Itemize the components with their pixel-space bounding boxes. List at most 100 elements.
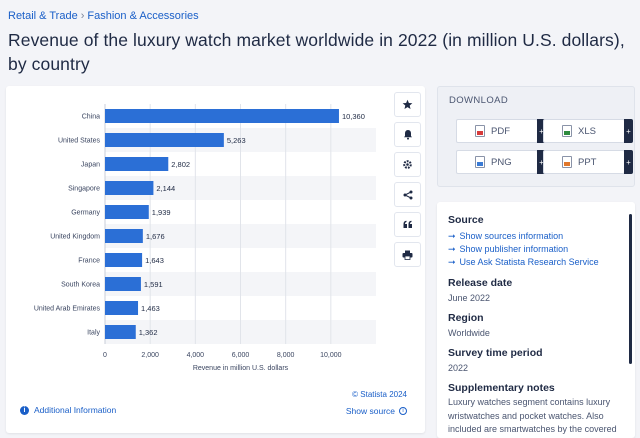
pdf-icon	[475, 125, 485, 137]
category-label: Japan	[81, 162, 100, 169]
arrow-right-icon: ➞	[448, 231, 456, 241]
source-title: Source	[448, 214, 484, 226]
x-tick-label: 8,000	[277, 352, 295, 359]
supplementary-notes-title: Supplementary notes	[448, 382, 555, 394]
release-date-value: June 2022	[448, 293, 491, 303]
value-label: 1,643	[145, 256, 164, 265]
xls-plus-button[interactable]: +	[624, 119, 633, 143]
ppt-plus-button[interactable]: +	[624, 150, 633, 174]
x-tick-label: 6,000	[232, 352, 250, 359]
download-title: DOWNLOAD	[449, 95, 509, 106]
download-ppt-button[interactable]: PPT +	[543, 150, 633, 174]
region-value: Worldwide	[448, 328, 490, 338]
x-tick-label: 10,000	[320, 352, 342, 359]
category-label: United Arab Emirates	[34, 306, 101, 313]
breadcrumb-link-fashion[interactable]: Fashion & Accessories	[87, 10, 198, 22]
download-pdf-label: PDF	[491, 125, 510, 137]
settings-button[interactable]	[394, 152, 421, 177]
bar	[105, 229, 143, 243]
additional-information-link[interactable]: i Additional Information	[20, 405, 116, 415]
breadcrumb-separator: ›	[80, 10, 85, 22]
show-source-link[interactable]: Show source i	[346, 406, 407, 416]
bar	[105, 277, 141, 291]
bell-icon	[403, 130, 412, 140]
download-xls-button[interactable]: XLS +	[543, 119, 633, 143]
bar	[105, 301, 139, 315]
bar	[105, 325, 136, 339]
x-tick-label: 4,000	[187, 352, 205, 359]
category-label: United Kingdom	[50, 234, 100, 241]
show-source-label: Show source	[345, 406, 395, 416]
show-publisher-label: Show publisher information	[459, 244, 569, 254]
xls-icon	[562, 125, 572, 137]
bar	[105, 133, 224, 147]
bar-chart: China 10,360 United States 5,263 Japan 2,802 S…	[34, 104, 376, 372]
star-icon	[402, 99, 413, 109]
survey-period-value: 2022	[448, 363, 469, 373]
bar	[105, 181, 154, 195]
png-icon	[475, 156, 485, 168]
bar	[105, 157, 169, 171]
category-label: Singapore	[68, 186, 100, 193]
region-title: Region	[448, 312, 484, 324]
ppt-icon	[562, 156, 572, 168]
arrow-right-icon: ➞	[448, 244, 456, 254]
source-info-icon: i	[399, 407, 407, 415]
show-publisher-link[interactable]: ➞ Show publisher information	[448, 244, 568, 255]
category-label: France	[78, 258, 100, 265]
statista-credit[interactable]: © Statista 2024	[352, 390, 407, 399]
share-icon	[403, 190, 412, 199]
value-label: 2,802	[171, 160, 190, 169]
additional-information-label: Additional Information	[34, 405, 117, 415]
page-title: Revenue of the luxury watch market world…	[8, 30, 625, 74]
value-label: 2,144	[156, 184, 175, 193]
category-label: Germany	[71, 210, 100, 217]
chart-card: China 10,360 United States 5,263 Japan 2,802 S…	[6, 86, 425, 433]
show-sources-label: Show sources information	[459, 231, 564, 241]
source-panel-scrollbar[interactable]	[629, 214, 632, 364]
value-label: 1,939	[152, 208, 171, 217]
bar	[105, 253, 143, 267]
x-tick-label: 0	[103, 352, 107, 359]
value-label: 1,463	[141, 304, 160, 313]
notification-button[interactable]	[394, 122, 421, 147]
print-button[interactable]	[394, 242, 421, 267]
chart-toolbar	[394, 92, 422, 267]
download-png-label: PNG	[491, 156, 512, 168]
ask-statista-label: Use Ask Statista Research Service	[459, 257, 599, 267]
bar	[105, 205, 149, 219]
download-xls-label: XLS	[578, 125, 596, 137]
quote-icon	[403, 220, 412, 228]
supplementary-notes-text: Luxury watches segment contains luxury w…	[448, 397, 617, 434]
favorite-button[interactable]	[394, 92, 421, 117]
cite-button[interactable]	[394, 212, 421, 237]
print-icon	[402, 250, 413, 260]
value-label: 5,263	[227, 136, 246, 145]
value-label: 1,362	[139, 328, 158, 337]
download-pdf-button[interactable]: PDF +	[456, 119, 546, 143]
show-sources-link[interactable]: ➞ Show sources information	[448, 231, 563, 242]
value-label: 1,591	[144, 280, 163, 289]
info-icon: i	[20, 405, 29, 415]
bar	[105, 109, 339, 123]
breadcrumb-link-retail[interactable]: Retail & Trade	[8, 10, 78, 22]
x-axis-label: Revenue in million U.S. dollars	[193, 365, 289, 372]
source-panel: Source ➞ Show sources information ➞ Show p…	[437, 202, 635, 438]
share-button[interactable]	[394, 182, 421, 207]
category-label: Italy	[87, 330, 100, 337]
category-label: United States	[58, 138, 101, 145]
arrow-right-icon: ➞	[448, 257, 456, 267]
release-date-title: Release date	[448, 277, 513, 289]
download-png-button[interactable]: PNG +	[456, 150, 546, 174]
download-panel: DOWNLOAD PDF + XLS + PNG + PPT +	[437, 86, 635, 187]
value-label: 10,360	[342, 112, 365, 121]
category-label: China	[82, 114, 100, 121]
breadcrumb: Retail & Trade › Fashion & Accessories	[8, 10, 199, 22]
value-label: 1,676	[146, 232, 165, 241]
download-ppt-label: PPT	[578, 156, 597, 168]
ask-statista-link[interactable]: ➞ Use Ask Statista Research Service	[448, 257, 599, 268]
category-label: South Korea	[61, 282, 100, 289]
x-tick-label: 2,000	[141, 352, 159, 359]
gear-icon	[403, 160, 412, 169]
survey-period-title: Survey time period	[448, 347, 543, 359]
